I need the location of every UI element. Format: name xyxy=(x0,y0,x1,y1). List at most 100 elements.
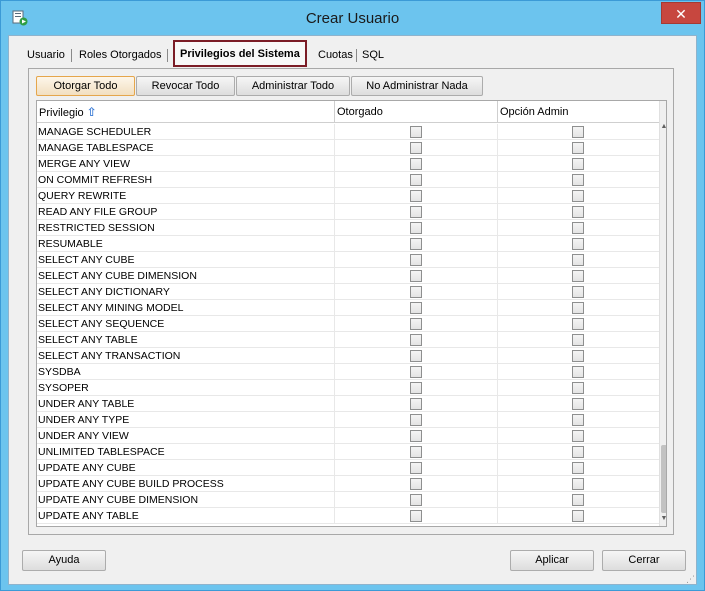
admin-option-checkbox[interactable] xyxy=(572,398,584,410)
admin-option-checkbox[interactable] xyxy=(572,238,584,250)
tab-cuotas[interactable]: Cuotas xyxy=(318,44,353,66)
admin-option-checkbox[interactable] xyxy=(572,206,584,218)
table-row[interactable]: SELECT ANY SEQUENCE xyxy=(37,316,659,332)
admin-option-checkbox[interactable] xyxy=(572,462,584,474)
granted-checkbox[interactable] xyxy=(410,478,422,490)
vertical-scrollbar[interactable]: ▲ ▼ xyxy=(659,101,666,526)
table-row[interactable]: SELECT ANY TRANSACTION xyxy=(37,348,659,364)
admin-option-checkbox[interactable] xyxy=(572,190,584,202)
granted-checkbox[interactable] xyxy=(410,254,422,266)
table-row[interactable]: MERGE ANY VIEW xyxy=(37,156,659,172)
table-row[interactable]: UPDATE ANY TABLE xyxy=(37,508,659,524)
table-row[interactable]: UPDATE ANY CUBE xyxy=(37,460,659,476)
table-row[interactable]: SYSDBA xyxy=(37,364,659,380)
granted-checkbox[interactable] xyxy=(410,190,422,202)
close-window-button[interactable]: ✕ xyxy=(661,2,701,24)
granted-checkbox[interactable] xyxy=(410,174,422,186)
table-row[interactable]: SELECT ANY CUBE DIMENSION xyxy=(37,268,659,284)
resize-grip-icon[interactable]: ⋰ xyxy=(686,574,696,584)
table-row[interactable]: UNDER ANY VIEW xyxy=(37,428,659,444)
admin-option-checkbox[interactable] xyxy=(572,414,584,426)
column-header-admin-option[interactable]: Opción Admin xyxy=(498,101,659,123)
admin-option-checkbox[interactable] xyxy=(572,302,584,314)
granted-checkbox[interactable] xyxy=(410,142,422,154)
apply-button[interactable]: Aplicar xyxy=(510,550,594,571)
table-row[interactable]: ON COMMIT REFRESH xyxy=(37,172,659,188)
admin-option-checkbox[interactable] xyxy=(572,510,584,522)
grant-all-button[interactable]: Otorgar Todo xyxy=(36,76,135,96)
admin-option-checkbox[interactable] xyxy=(572,254,584,266)
table-row[interactable]: SELECT ANY DICTIONARY xyxy=(37,284,659,300)
admin-option-checkbox[interactable] xyxy=(572,366,584,378)
tab-roles-otorgados[interactable]: Roles Otorgados xyxy=(79,44,162,66)
admin-option-checkbox[interactable] xyxy=(572,478,584,490)
granted-checkbox[interactable] xyxy=(410,382,422,394)
sort-ascending-icon[interactable]: ⇧ xyxy=(87,101,97,123)
tab-privilegios-del-sistema[interactable]: Privilegios del Sistema xyxy=(173,40,307,67)
admin-none-button[interactable]: No Administrar Nada xyxy=(351,76,483,96)
admin-option-checkbox[interactable] xyxy=(572,334,584,346)
granted-checkbox[interactable] xyxy=(410,414,422,426)
granted-checkbox[interactable] xyxy=(410,462,422,474)
table-row[interactable]: MANAGE TABLESPACE xyxy=(37,140,659,156)
help-button[interactable]: Ayuda xyxy=(22,550,106,571)
admin-option-checkbox[interactable] xyxy=(572,222,584,234)
admin-option-checkbox[interactable] xyxy=(572,430,584,442)
admin-option-checkbox[interactable] xyxy=(572,350,584,362)
admin-option-checkbox[interactable] xyxy=(572,494,584,506)
revoke-all-button[interactable]: Revocar Todo xyxy=(136,76,235,96)
close-button[interactable]: Cerrar xyxy=(602,550,686,571)
granted-checkbox[interactable] xyxy=(410,286,422,298)
granted-checkbox[interactable] xyxy=(410,302,422,314)
table-row[interactable]: SELECT ANY TABLE xyxy=(37,332,659,348)
column-header-granted[interactable]: Otorgado xyxy=(335,101,497,123)
tab-sql[interactable]: SQL xyxy=(362,44,384,66)
admin-option-checkbox[interactable] xyxy=(572,142,584,154)
table-row[interactable]: RESTRICTED SESSION xyxy=(37,220,659,236)
table-row[interactable]: SYSOPER xyxy=(37,380,659,396)
admin-option-checkbox[interactable] xyxy=(572,446,584,458)
table-row[interactable]: UPDATE ANY CUBE BUILD PROCESS xyxy=(37,476,659,492)
scrollbar-thumb[interactable] xyxy=(661,445,666,513)
admin-option-checkbox[interactable] xyxy=(572,174,584,186)
granted-checkbox[interactable] xyxy=(410,510,422,522)
granted-checkbox[interactable] xyxy=(410,206,422,218)
admin-option-checkbox[interactable] xyxy=(572,158,584,170)
column-header-privilege[interactable]: Privilegio ⇧ xyxy=(37,101,334,123)
admin-option-checkbox[interactable] xyxy=(572,382,584,394)
tab-usuario[interactable]: Usuario xyxy=(27,44,65,66)
granted-checkbox[interactable] xyxy=(410,398,422,410)
table-row[interactable]: SELECT ANY CUBE xyxy=(37,252,659,268)
granted-checkbox[interactable] xyxy=(410,222,422,234)
table-row[interactable]: UNDER ANY TABLE xyxy=(37,396,659,412)
admin-option-checkbox[interactable] xyxy=(572,318,584,330)
admin-option-checkbox[interactable] xyxy=(572,286,584,298)
granted-checkbox[interactable] xyxy=(410,270,422,282)
table-row[interactable]: MANAGE SCHEDULER xyxy=(37,124,659,140)
granted-checkbox[interactable] xyxy=(410,238,422,250)
admin-option-checkbox[interactable] xyxy=(572,126,584,138)
granted-checkbox[interactable] xyxy=(410,126,422,138)
table-row[interactable]: QUERY REWRITE xyxy=(37,188,659,204)
granted-checkbox[interactable] xyxy=(410,318,422,330)
granted-checkbox[interactable] xyxy=(410,446,422,458)
table-row[interactable]: RESUMABLE xyxy=(37,236,659,252)
table-header: Privilegio ⇧ Otorgado Opción Admin xyxy=(37,101,659,123)
table-row[interactable]: UPDATE ANY CUBE DIMENSION xyxy=(37,492,659,508)
admin-option-checkbox[interactable] xyxy=(572,270,584,282)
scroll-down-icon[interactable]: ▼ xyxy=(660,514,666,524)
table-row[interactable]: UNLIMITED TABLESPACE xyxy=(37,444,659,460)
title-bar[interactable]: Crear Usuario ✕ xyxy=(1,1,704,35)
granted-checkbox[interactable] xyxy=(410,366,422,378)
granted-checkbox[interactable] xyxy=(410,334,422,346)
granted-checkbox[interactable] xyxy=(410,350,422,362)
table-row[interactable]: READ ANY FILE GROUP xyxy=(37,204,659,220)
admin-all-button[interactable]: Administrar Todo xyxy=(236,76,350,96)
granted-checkbox[interactable] xyxy=(410,494,422,506)
scroll-up-icon[interactable]: ▲ xyxy=(660,122,666,132)
granted-checkbox[interactable] xyxy=(410,158,422,170)
table-row[interactable]: UNDER ANY TYPE xyxy=(37,412,659,428)
table-row[interactable]: SELECT ANY MINING MODEL xyxy=(37,300,659,316)
granted-checkbox[interactable] xyxy=(410,430,422,442)
cell-divider xyxy=(497,364,498,380)
